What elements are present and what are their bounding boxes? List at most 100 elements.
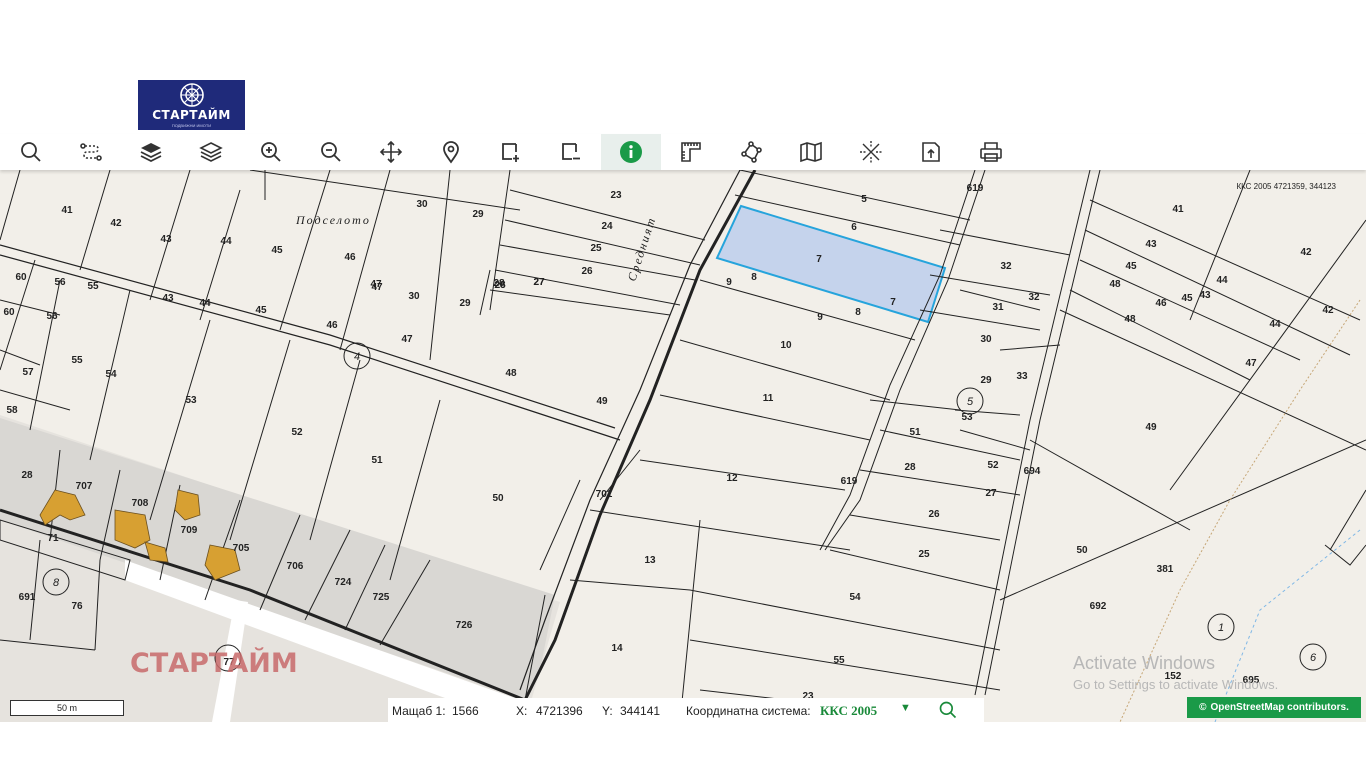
zoom-out-button[interactable] xyxy=(301,134,361,170)
region-number-label: 8 xyxy=(53,577,60,589)
map-icon xyxy=(800,141,822,163)
parcel-label: 694 xyxy=(1024,466,1041,477)
route-tool-button[interactable] xyxy=(61,134,121,170)
parcel-label: 26 xyxy=(494,280,506,291)
parcel-label: 44 xyxy=(220,236,232,247)
parcel-label: 25 xyxy=(590,243,602,254)
map-button[interactable] xyxy=(781,134,841,170)
parcel-label: 47 xyxy=(401,334,413,345)
parcel-label: 30 xyxy=(416,199,428,210)
info-icon xyxy=(620,141,642,163)
system-select[interactable]: ККС 2005 xyxy=(820,703,877,719)
parcel-label: 13 xyxy=(644,555,656,566)
y-label: Y: xyxy=(602,704,613,718)
parcel-label: 9 xyxy=(726,277,732,288)
chevron-down-icon[interactable]: ▼ xyxy=(900,702,911,714)
cadastral-map[interactable]: 41 42 43 44 45 46 47 30 29 23 24 25 26 27 28 5 6 7 7 8 9 8 9 10… xyxy=(0,170,1366,722)
osm-attribution[interactable]: © OpenStreetMap contributors. xyxy=(1187,697,1361,718)
location-button[interactable] xyxy=(421,134,481,170)
parcel-label: 706 xyxy=(287,561,304,572)
layers-filled-icon xyxy=(140,143,162,163)
logo-subtitle: ПОДВИЖНИ ИМОТИ xyxy=(171,123,212,128)
layers-outline-button[interactable] xyxy=(181,134,241,170)
parcel-label: 11 xyxy=(763,393,774,404)
parcel-label: 619 xyxy=(967,183,984,194)
coord-reference: ККС 2005 4721359, 344123 xyxy=(1236,182,1336,191)
search-tool-button[interactable] xyxy=(1,134,61,170)
logo-name: СТАРТАЙМ xyxy=(152,108,231,122)
parcel-label: 42 xyxy=(1300,247,1312,258)
parcel-label: 30 xyxy=(980,334,992,345)
search-icon xyxy=(21,142,41,162)
export-icon xyxy=(922,142,940,162)
route-icon xyxy=(80,143,102,161)
parcel-label: 724 xyxy=(335,577,352,588)
parcel-label: 48 xyxy=(1124,314,1136,325)
parcel-label: 56 xyxy=(46,311,58,322)
parcel-label: 42 xyxy=(110,218,122,229)
parcel-label: 56 xyxy=(54,277,66,288)
polygon-icon xyxy=(741,141,762,163)
export-button[interactable] xyxy=(901,134,961,170)
parcel-label: 691 xyxy=(19,592,36,603)
parcel-label: 726 xyxy=(456,620,473,631)
parcel-label: 43 xyxy=(1145,239,1157,250)
parcel-label: 44 xyxy=(199,298,211,309)
parcel-label: 25 xyxy=(918,549,930,560)
parcel-label: 14 xyxy=(611,643,623,654)
parcel-label: 12 xyxy=(726,473,738,484)
search-icon xyxy=(939,701,957,719)
parcel-label: 8 xyxy=(855,307,861,318)
logo[interactable]: СТАРТАЙМ ПОДВИЖНИ ИМОТИ xyxy=(138,80,245,130)
info-button[interactable] xyxy=(601,134,661,170)
parcel-label: 6 xyxy=(851,222,857,233)
parcel-label: 53 xyxy=(961,412,973,423)
zoom-out-icon xyxy=(321,142,341,162)
selected-parcel[interactable] xyxy=(715,204,947,324)
region-number-label: 6 xyxy=(1310,652,1317,664)
copyright-icon: © xyxy=(1199,702,1207,713)
coordinate-search-button[interactable] xyxy=(938,700,958,722)
parcel-label: 27 xyxy=(985,488,997,499)
x-value: 4721396 xyxy=(536,704,583,718)
remove-area-button[interactable] xyxy=(541,134,601,170)
layers-filled-button[interactable] xyxy=(121,134,181,170)
parcel-label: 47 xyxy=(1245,358,1257,369)
parcel-label: 46 xyxy=(326,320,338,331)
parcel-label: 27 xyxy=(533,277,545,288)
pan-button[interactable] xyxy=(361,134,421,170)
parcel-label: 49 xyxy=(1145,422,1157,433)
parcel-label: 55 xyxy=(833,655,845,666)
parcel-label: 60 xyxy=(3,307,15,318)
parcel-label: 58 xyxy=(6,405,18,416)
crosshair-button[interactable] xyxy=(841,134,901,170)
parcel-label: 45 xyxy=(1181,293,1193,304)
region-number-label: 4 xyxy=(354,351,360,363)
scale-label: Мащаб 1: xyxy=(392,704,446,718)
parcel-label: 47 xyxy=(370,279,382,290)
parcel-label: 46 xyxy=(344,252,356,263)
parcel-label: 5 xyxy=(861,194,867,205)
add-area-button[interactable] xyxy=(481,134,541,170)
measure-button[interactable] xyxy=(661,134,721,170)
parcel-label: 55 xyxy=(71,355,83,366)
polygon-button[interactable] xyxy=(721,134,781,170)
parcel-label: 28 xyxy=(904,462,916,473)
print-button[interactable] xyxy=(961,134,1021,170)
activate-windows-title: Activate Windows xyxy=(1073,653,1216,673)
add-area-icon xyxy=(502,143,519,162)
parcel-label: 32 xyxy=(1028,292,1040,303)
parcel-label: 29 xyxy=(472,209,484,220)
status-bar: Мащаб 1: 1566 X: 4721396 Y: 344141 Коорд… xyxy=(388,698,984,722)
parcel-label: 9 xyxy=(817,312,823,323)
parcel-label: 50 xyxy=(1076,545,1088,556)
parcel-label: 52 xyxy=(291,427,303,438)
header: СТАРТАЙМ ПОДВИЖНИ ИМОТИ xyxy=(0,0,1366,134)
parcel-label: 619 xyxy=(841,476,858,487)
parcel-label: 48 xyxy=(1109,279,1121,290)
parcel-label: 26 xyxy=(581,266,593,277)
parcel-label: 43 xyxy=(160,234,172,245)
zoom-in-button[interactable] xyxy=(241,134,301,170)
map-canvas[interactable]: 414243 4445464730292324252627285677898910… xyxy=(0,170,1366,722)
parcel-label: 54 xyxy=(849,592,861,603)
